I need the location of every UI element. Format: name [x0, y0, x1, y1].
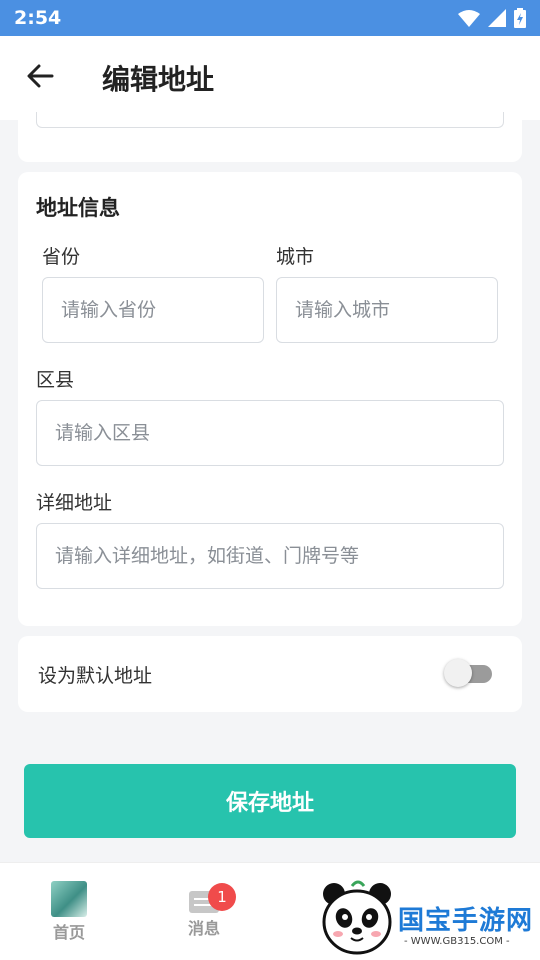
detail-address-label: 详细地址 — [36, 492, 113, 514]
back-button[interactable] — [0, 36, 80, 120]
detail-address-input[interactable] — [55, 545, 503, 567]
default-address-label: 设为默认地址 — [38, 664, 153, 687]
district-label: 区县 — [36, 369, 75, 391]
toggle-thumb — [444, 659, 472, 687]
status-bar: 2:54 — [0, 0, 540, 36]
default-address-toggle[interactable] — [444, 659, 492, 687]
partial-input-field[interactable] — [36, 112, 504, 128]
contact-card-partial — [18, 112, 522, 162]
watermark-url: - WWW.GB315.COM - — [404, 936, 510, 947]
status-time: 2:54 — [14, 7, 62, 29]
nav-label-home: 首页 — [52, 923, 85, 942]
nav-item-home[interactable]: 首页 — [48, 881, 90, 943]
province-label: 省份 — [42, 246, 81, 268]
province-input[interactable] — [61, 299, 263, 321]
district-input[interactable] — [55, 422, 503, 444]
city-input[interactable] — [295, 299, 497, 321]
detail-address-field[interactable] — [36, 523, 504, 589]
province-field[interactable] — [42, 277, 264, 343]
default-address-row: 设为默认地址 — [18, 636, 522, 712]
message-badge: 1 — [208, 883, 236, 911]
section-title: 地址信息 — [36, 196, 120, 220]
panda-logo-icon — [318, 880, 396, 960]
nav-label-messages: 消息 — [187, 919, 220, 938]
page-title: 编辑地址 — [102, 63, 215, 96]
address-info-card: 地址信息 省份 城市 区县 详细地址 — [18, 172, 522, 626]
wifi-icon — [458, 9, 480, 27]
city-label: 城市 — [276, 246, 315, 268]
nav-item-messages[interactable]: 1 消息 — [182, 883, 236, 939]
battery-icon — [514, 8, 526, 28]
save-address-button[interactable]: 保存地址 — [24, 764, 516, 838]
home-icon — [51, 881, 87, 917]
watermark-brand: 国宝手游网 — [398, 906, 534, 936]
watermark: 国宝手游网 - WWW.GB315.COM - — [296, 870, 540, 960]
arrow-left-icon — [26, 64, 54, 92]
district-field[interactable] — [36, 400, 504, 466]
signal-icon — [488, 9, 506, 27]
status-icons — [458, 8, 526, 28]
app-bar: 编辑地址 — [0, 36, 540, 120]
city-field[interactable] — [276, 277, 498, 343]
